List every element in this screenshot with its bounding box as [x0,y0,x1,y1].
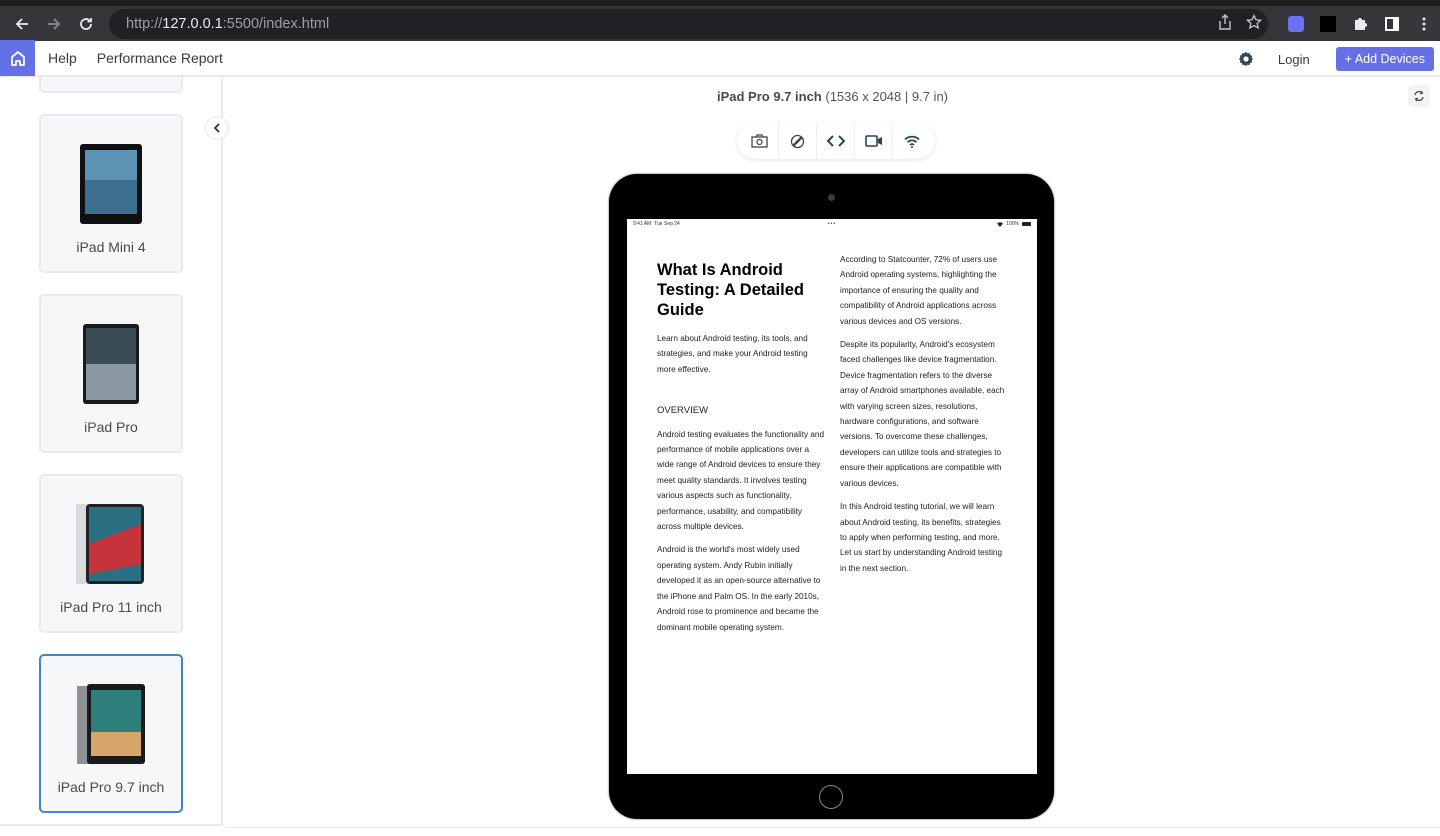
gear-icon [1238,51,1254,67]
url-rest: :5500/index.html [222,16,330,32]
side-panel-button[interactable] [1376,11,1408,37]
record-video-button[interactable] [855,123,893,159]
article-title: What Is Android Testing: A Detailed Guid… [657,261,804,319]
front-camera [828,194,835,201]
add-devices-button[interactable]: + Add Devices [1335,47,1434,71]
url-prefix: http:// [126,16,163,32]
multitasking-dots: ••• [827,221,837,227]
device-card-partial[interactable] [39,77,183,93]
device-name: iPad Pro 11 inch [60,599,162,615]
device-thumbnail [76,504,146,584]
more-button[interactable] [1408,11,1440,37]
device-screen[interactable]: 9:41 AM Tue Sep 24 ••• 100% What Is Andr… [627,219,1037,774]
side-panel-icon [1385,17,1399,31]
screenshot-button[interactable] [741,123,779,159]
device-card-ipad-mini-4[interactable]: iPad Mini 4 [39,114,183,273]
wifi-icon [904,135,920,148]
url-host: 127.0.0.1 [162,16,223,32]
status-battery-level: 100% [1006,221,1019,227]
home-icon [10,51,25,66]
back-icon [15,17,28,30]
forward-icon [48,17,61,30]
forward-button[interactable] [38,8,70,40]
star-icon[interactable] [1246,14,1262,30]
ipad-frame: 9:41 AM Tue Sep 24 ••• 100% What Is Andr… [609,174,1054,819]
browser-toolbar: http://127.0.0.1:5500/index.html [0,6,1440,41]
extension-icon [1320,16,1336,32]
article: What Is Android Testing: A Detailed Guid… [627,229,1037,774]
article-lead: Learn about Android testing, its tools, … [657,334,808,374]
code-icon [826,135,845,147]
article-paragraph: Android is the world's most widely used … [657,545,821,632]
ios-status-bar: 9:41 AM Tue Sep 24 ••• 100% [627,219,1037,229]
extension-button[interactable] [1312,11,1344,37]
device-name: iPad Mini 4 [76,239,146,255]
device-preview-area: iPad Pro 9.7 inch (1536 x 2048 | 9.7 in) [225,77,1440,836]
login-link[interactable]: Login [1278,52,1310,67]
device-thumbnail [80,144,142,224]
more-icon [1422,17,1426,31]
device-title-name: iPad Pro 9.7 inch [716,89,822,104]
device-thumbnail [77,684,145,764]
article-column-right: According to Statcounter, 72% of users u… [840,248,1008,774]
back-button[interactable] [6,8,38,40]
collapse-sidebar-button[interactable] [205,116,229,140]
extensions-button[interactable] [1344,11,1376,37]
ipad-home-button[interactable] [819,785,843,809]
code-button[interactable] [817,123,855,159]
device-title-spec: (1536 x 2048 | 9.7 in) [825,89,948,104]
device-sidebar: iPad Mini 4 iPad Pro iPad Pro 11 inch iP… [0,77,223,826]
settings-button[interactable] [1238,51,1254,67]
share-icon[interactable] [1218,14,1232,30]
article-paragraph: In this Android testing tutorial, we wil… [840,502,1003,573]
status-date: Tue Sep 24 [654,221,680,227]
video-icon [864,135,882,147]
device-thumbnail [83,324,139,404]
reload-icon [80,17,92,30]
divider [0,824,223,826]
wifi-icon [997,221,1004,227]
battery-icon [1022,222,1031,226]
nav-performance-report[interactable]: Performance Report [97,50,223,66]
app-header: Help Performance Report Login + Add Devi… [0,40,1440,77]
rotate-button[interactable] [779,123,817,159]
device-name: iPad Pro 9.7 inch [57,779,165,795]
device-toolbar [737,123,935,159]
rotate-icon [790,134,805,148]
status-time: 9:41 AM [633,221,652,227]
device-card-ipad-pro-11-inch[interactable]: iPad Pro 11 inch [39,474,183,633]
extension-icon [1288,16,1304,32]
section-heading: OVERVIEW [657,405,709,417]
device-title: iPad Pro 9.7 inch (1536 x 2048 | 9.7 in) [225,89,1440,104]
article-column-left: What Is Android Testing: A Detailed Guid… [657,229,825,774]
device-name: iPad Pro [84,419,138,435]
article-paragraph: Android testing evaluates the functional… [657,429,825,532]
puzzle-icon [1355,18,1367,30]
camera-icon [751,134,768,148]
refresh-icon [1414,90,1424,102]
divider [225,827,1440,828]
reload-button[interactable] [70,8,102,40]
chevron-left-icon [213,123,220,133]
address-bar[interactable]: http://127.0.0.1:5500/index.html [109,9,1268,39]
article-paragraph: According to Statcounter, 72% of users u… [840,255,998,326]
home-button[interactable] [0,40,35,76]
network-button[interactable] [893,123,931,159]
extension-button[interactable] [1280,11,1312,37]
article-paragraph: Despite its popularity, Android's ecosys… [840,340,1005,488]
nav-help[interactable]: Help [48,50,77,66]
device-card-ipad-pro-9-7-inch[interactable]: iPad Pro 9.7 inch [39,654,183,813]
device-card-ipad-pro[interactable]: iPad Pro [39,294,183,453]
refresh-button[interactable] [1408,85,1430,107]
